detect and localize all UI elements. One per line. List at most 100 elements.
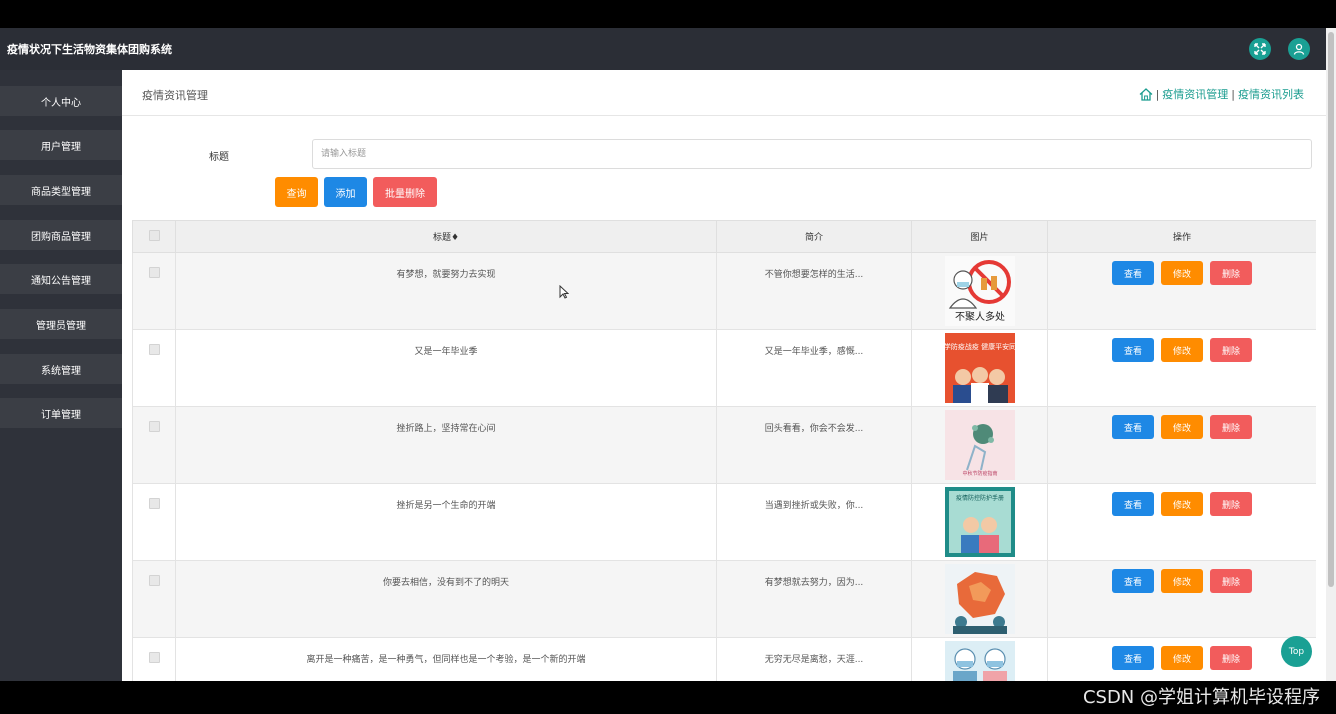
row-checkbox[interactable] bbox=[148, 498, 160, 509]
table-row: 挫折路上，坚持常在心间 回头看看，你会不会发... 中秋节防疫指南 查看 修改 … bbox=[132, 406, 1316, 484]
select-all-checkbox[interactable] bbox=[148, 229, 160, 241]
image-cell: 科学防疫战疫 健康平安同行 bbox=[911, 329, 1048, 407]
actions-cell: 查看 修改 删除 bbox=[1047, 329, 1316, 407]
sidebar-item-notices[interactable]: 通知公告管理 bbox=[0, 264, 122, 294]
sidebar-item-group-products[interactable]: 团购商品管理 bbox=[0, 220, 122, 250]
title-cell: 挫折路上，坚持常在心间 bbox=[175, 406, 717, 484]
user-icon bbox=[1293, 43, 1305, 55]
news-thumbnail bbox=[944, 564, 1015, 634]
edit-button[interactable]: 修改 bbox=[1161, 569, 1203, 593]
image-cell: 不聚人多处 bbox=[911, 252, 1048, 330]
delete-button[interactable]: 删除 bbox=[1210, 261, 1252, 285]
actions-cell: 查看 修改 删除 bbox=[1047, 637, 1316, 681]
column-header-title[interactable]: 标题♦ bbox=[175, 220, 717, 253]
row-select-cell bbox=[132, 406, 176, 484]
actions-cell: 查看 修改 删除 bbox=[1047, 406, 1316, 484]
summary-cell: 有梦想就去努力，因为... bbox=[716, 560, 912, 638]
add-button[interactable]: 添加 bbox=[324, 177, 367, 207]
edit-button[interactable]: 修改 bbox=[1161, 261, 1203, 285]
row-select-cell bbox=[132, 329, 176, 407]
news-thumbnail: 中秋节防疫指南 bbox=[944, 410, 1015, 480]
table-row: 又是一年毕业季 又是一年毕业季，感慨... 科学防疫战疫 健康平安同行 bbox=[132, 329, 1316, 407]
query-button[interactable]: 查询 bbox=[275, 177, 318, 207]
title-cell: 又是一年毕业季 bbox=[175, 329, 717, 407]
edit-button[interactable]: 修改 bbox=[1161, 646, 1203, 670]
column-header-summary: 简介 bbox=[716, 220, 912, 253]
title-cell: 离开是一种痛苦，是一种勇气，但同样也是一个考验，是一个新的开端 bbox=[175, 637, 717, 681]
news-thumbnail bbox=[944, 641, 1015, 681]
batch-delete-button[interactable]: 批量删除 bbox=[373, 177, 437, 207]
view-button[interactable]: 查看 bbox=[1112, 569, 1154, 593]
home-icon[interactable] bbox=[1139, 87, 1153, 101]
breadcrumb-separator: | bbox=[1231, 87, 1235, 101]
table-row: 离开是一种痛苦，是一种勇气，但同样也是一个考验，是一个新的开端 无穷无尽是离愁，… bbox=[132, 637, 1316, 681]
row-select-cell bbox=[132, 252, 176, 330]
table-row: 挫折是另一个生命的开端 当遇到挫折或失败，你... 疫情防控防护手册 查看 修改… bbox=[132, 483, 1316, 561]
title-cell: 挫折是另一个生命的开端 bbox=[175, 483, 717, 561]
thumbnail-caption: 科学防疫战疫 健康平安同行 bbox=[945, 342, 1015, 351]
thumbnail-caption: 不聚人多处 bbox=[955, 310, 1005, 323]
title-cell: 你要去相信，没有到不了的明天 bbox=[175, 560, 717, 638]
app-title: 疫情状况下生活物资集体团购系统 bbox=[7, 43, 172, 56]
breadcrumb-separator: | bbox=[1155, 87, 1160, 101]
row-checkbox[interactable] bbox=[148, 575, 160, 586]
user-button[interactable] bbox=[1288, 38, 1310, 60]
row-select-cell bbox=[132, 560, 176, 638]
news-table: 标题♦ 简介 图片 操作 有梦想，就要努力去实现 不管你想要怎样的生活... 不… bbox=[132, 220, 1316, 681]
summary-cell: 不管你想要怎样的生活... bbox=[716, 252, 912, 330]
row-checkbox[interactable] bbox=[148, 267, 160, 278]
sidebar-item-orders[interactable]: 订单管理 bbox=[0, 398, 122, 428]
breadcrumb-item-news-list[interactable]: 疫情资讯列表 bbox=[1238, 86, 1304, 102]
delete-button[interactable]: 删除 bbox=[1210, 569, 1252, 593]
table-row: 你要去相信，没有到不了的明天 有梦想就去努力，因为... 查看 修改 删除 bbox=[132, 560, 1316, 638]
watermark: CSDN @学姐计算机毕设程序 bbox=[1082, 687, 1320, 708]
sidebar-item-users[interactable]: 用户管理 bbox=[0, 130, 122, 160]
edit-button[interactable]: 修改 bbox=[1161, 415, 1203, 439]
edit-button[interactable]: 修改 bbox=[1161, 338, 1203, 362]
breadcrumb: | 疫情资讯管理 | 疫情资讯列表 bbox=[1139, 86, 1304, 102]
image-cell: 疫情防控防护手册 bbox=[911, 483, 1048, 561]
sidebar-item-profile[interactable]: 个人中心 bbox=[0, 86, 122, 116]
view-button[interactable]: 查看 bbox=[1112, 492, 1154, 516]
row-checkbox[interactable] bbox=[148, 421, 160, 432]
summary-cell: 回头看看，你会不会发... bbox=[716, 406, 912, 484]
title-cell: 有梦想，就要努力去实现 bbox=[175, 252, 717, 330]
fullscreen-button[interactable] bbox=[1249, 38, 1271, 60]
page-scrollbar[interactable] bbox=[1326, 28, 1336, 681]
view-button[interactable]: 查看 bbox=[1112, 415, 1154, 439]
edit-button[interactable]: 修改 bbox=[1161, 492, 1203, 516]
news-thumbnail: 不聚人多处 bbox=[944, 256, 1015, 326]
sidebar-item-admins[interactable]: 管理员管理 bbox=[0, 309, 122, 339]
search-input[interactable] bbox=[312, 139, 1312, 169]
table-row: 有梦想，就要努力去实现 不管你想要怎样的生活... 不聚人多处 查看 修改 删除 bbox=[132, 252, 1316, 330]
row-checkbox[interactable] bbox=[148, 652, 160, 663]
top-header: 疫情状况下生活物资集体团购系统 bbox=[0, 28, 1326, 70]
sidebar-item-product-types[interactable]: 商品类型管理 bbox=[0, 175, 122, 205]
image-cell: 中秋节防疫指南 bbox=[911, 406, 1048, 484]
scrollbar-thumb[interactable] bbox=[1328, 32, 1334, 587]
page-bar: 疫情资讯管理 | 疫情资讯管理 | 疫情资讯列表 bbox=[122, 70, 1326, 116]
delete-button[interactable]: 删除 bbox=[1210, 492, 1252, 516]
delete-button[interactable]: 删除 bbox=[1210, 646, 1252, 670]
delete-button[interactable]: 删除 bbox=[1210, 415, 1252, 439]
row-select-cell bbox=[132, 637, 176, 681]
delete-button[interactable]: 删除 bbox=[1210, 338, 1252, 362]
row-checkbox[interactable] bbox=[148, 344, 160, 355]
app-window: 疫情状况下生活物资集体团购系统 个人中心 用户管理 商品类型管理 团购商品管理 … bbox=[0, 28, 1326, 681]
mouse-cursor-icon bbox=[559, 285, 569, 299]
thumbnail-caption: 疫情防控防护手册 bbox=[955, 494, 1003, 502]
view-button[interactable]: 查看 bbox=[1112, 646, 1154, 670]
view-button[interactable]: 查看 bbox=[1112, 338, 1154, 362]
sidebar: 个人中心 用户管理 商品类型管理 团购商品管理 通知公告管理 管理员管理 系统管… bbox=[0, 70, 122, 681]
column-header-image: 图片 bbox=[911, 220, 1048, 253]
image-cell bbox=[911, 560, 1048, 638]
back-to-top-button[interactable]: Top bbox=[1281, 636, 1312, 667]
view-button[interactable]: 查看 bbox=[1112, 261, 1154, 285]
page-title: 疫情资讯管理 bbox=[142, 89, 208, 102]
sidebar-item-system[interactable]: 系统管理 bbox=[0, 354, 122, 384]
screen: 疫情状况下生活物资集体团购系统 个人中心 用户管理 商品类型管理 团购商品管理 … bbox=[0, 0, 1336, 714]
thumbnail-caption: 中秋节防疫指南 bbox=[962, 470, 997, 477]
table-header-row: 标题♦ 简介 图片 操作 bbox=[132, 220, 1316, 253]
select-all-header bbox=[132, 220, 176, 253]
breadcrumb-item-news-management[interactable]: 疫情资讯管理 bbox=[1162, 86, 1228, 102]
